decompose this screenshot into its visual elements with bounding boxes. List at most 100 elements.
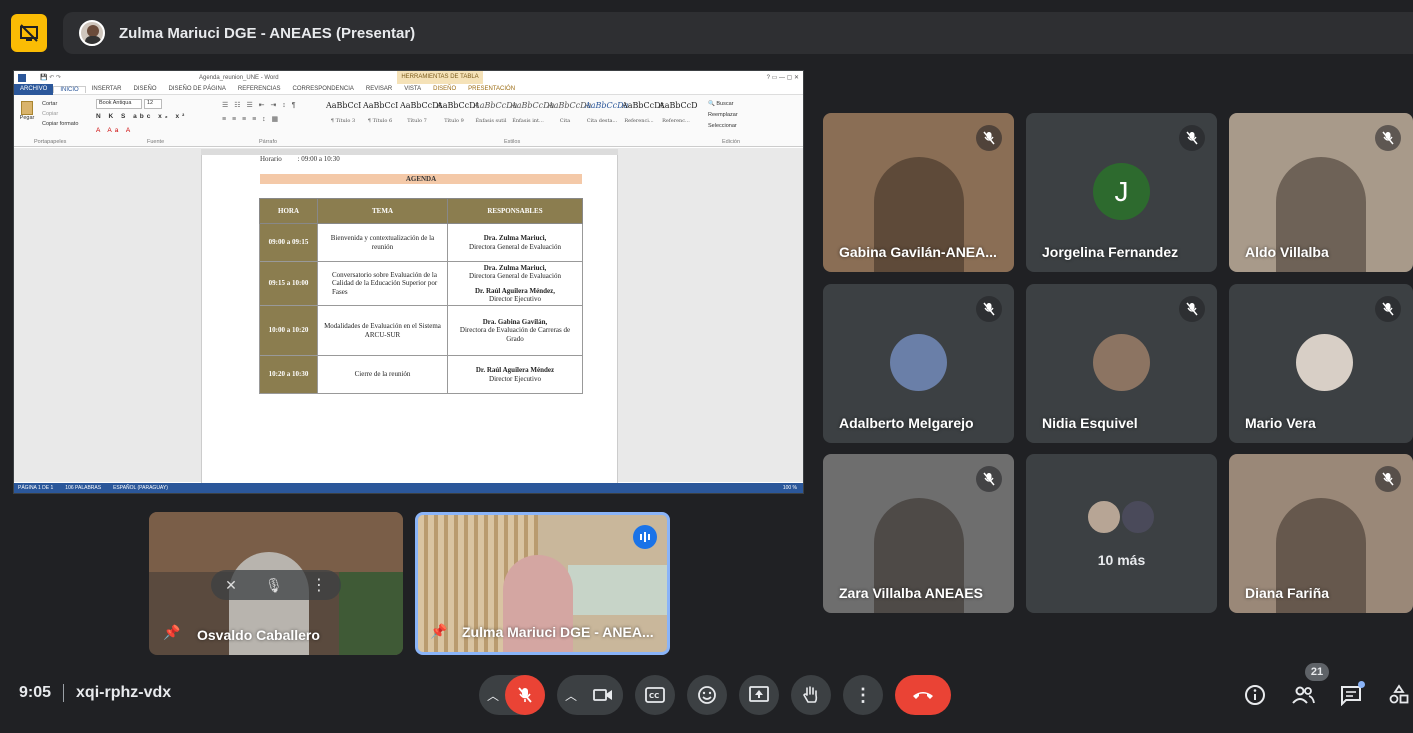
paste-button[interactable]: Pegar xyxy=(18,101,36,127)
camera-toggle-button[interactable] xyxy=(583,675,623,715)
agenda-title: AGENDA xyxy=(260,174,582,184)
copy-format-button[interactable]: Copiar formato xyxy=(42,119,78,129)
find-button[interactable]: 🔍 Buscar xyxy=(708,99,738,110)
responsable-line: Directora General de Evaluación xyxy=(469,242,561,251)
tab-revisar[interactable]: REVISAR xyxy=(360,86,398,92)
style-name: Título 9 xyxy=(444,118,464,124)
word-ribbon: Pegar Cortar Copiar Copiar formato Porta… xyxy=(14,95,803,147)
tab-table-diseno[interactable]: DISEÑO xyxy=(427,86,462,92)
select-button[interactable]: Seleccionar xyxy=(708,121,738,132)
presenter-bar: Zulma Mariuci DGE - ANEAES (Presentar) xyxy=(63,12,1413,54)
tab-insertar[interactable]: INSERTAR xyxy=(86,86,128,92)
mic-options-chevron-icon[interactable]: ︿ xyxy=(487,687,499,704)
participant-tile[interactable]: Aldo Villalba xyxy=(1229,113,1413,272)
tab-correspondencia[interactable]: CORRESPONDENCIA xyxy=(287,86,360,92)
style-item[interactable]: AaBbCcDa Énfasis int... xyxy=(511,101,555,129)
activities-button[interactable] xyxy=(1385,681,1413,709)
pin-icon[interactable]: 📌 xyxy=(430,623,447,640)
tab-referencias[interactable]: REFERENCIAS xyxy=(232,86,287,92)
word-ribbon-tabs: ARCHIVO INICIO INSERTAR DISEÑO DISEÑO DE… xyxy=(14,83,803,95)
reactions-button[interactable] xyxy=(687,675,727,715)
status-words: 106 PALABRAS xyxy=(65,485,102,491)
tab-presentacion[interactable]: PRESENTACIÓN xyxy=(462,86,521,92)
mic-control-group: ︿ xyxy=(479,675,545,715)
more-options-button[interactable]: ⋮ xyxy=(843,675,883,715)
participant-name: Nidia Esquivel xyxy=(1042,415,1138,431)
tab-archivo[interactable]: ARCHIVO xyxy=(14,83,54,95)
responsable-line: Dra. Zulma Mariuci, xyxy=(483,234,547,243)
participant-tile[interactable]: Diana Fariña xyxy=(1229,454,1413,613)
cut-button[interactable]: Cortar xyxy=(42,99,78,109)
participant-tile[interactable]: Zara Villalba ANEAES xyxy=(823,454,1014,613)
style-item[interactable]: AaBbCcI ¶ Título 6 xyxy=(363,101,398,129)
participant-tile[interactable]: Adalberto Melgarejo xyxy=(823,284,1014,443)
status-language: ESPAÑOL (PARAGUAY) xyxy=(113,485,168,491)
quick-access-icons: 💾 ↶ ↷ xyxy=(40,75,61,81)
paragraph-buttons[interactable]: ☰ ☷ ☰ ⇤ ⇥ ↕ ¶ xyxy=(222,101,298,109)
status-zoom[interactable]: 100 % xyxy=(783,485,797,491)
meeting-code[interactable]: xqi-rphz-vdx xyxy=(76,684,171,702)
pin-off-icon[interactable]: ✕ xyxy=(225,577,237,594)
style-sample: AaBbCcDa xyxy=(511,101,555,110)
participant-tile[interactable]: J Jorgelina Fernandez xyxy=(1026,113,1217,272)
meeting-info: 9:05 xqi-rphz-vdx xyxy=(19,684,171,702)
tile-hover-controls[interactable]: ✕ 🎙 ⋮ xyxy=(211,570,341,600)
participant-tile[interactable]: Mario Vera xyxy=(1229,284,1413,443)
pinned-tile-zulma[interactable]: 📌 Zulma Mariuci DGE - ANEA... xyxy=(415,512,670,655)
cell-responsables: Dr. Raúl Aguilera Méndez Director Ejecuti… xyxy=(447,355,583,394)
pinned-tile-osvaldo[interactable]: ✕ 🎙 ⋮ 📌 Osvaldo Caballero xyxy=(149,512,403,655)
header-tema: TEMA xyxy=(317,198,448,224)
style-item[interactable]: AaBbCcDa Cita xyxy=(548,101,591,129)
font-format-buttons[interactable]: N K S abc x₂ x² xyxy=(96,113,187,120)
style-name: Cita desta... xyxy=(586,118,618,124)
style-item[interactable]: AaBbCcDa Énfasis sutil xyxy=(474,101,517,129)
style-name: Cita xyxy=(559,118,571,124)
style-item[interactable]: AaBbCcDt Referenci... xyxy=(622,101,664,129)
shared-screen-word: 💾 ↶ ↷ Agenda_reunion_UNE - Word HERRAMIE… xyxy=(13,70,804,494)
raise-hand-button[interactable] xyxy=(791,675,831,715)
replace-button[interactable]: Reemplazar xyxy=(708,110,738,121)
captions-button[interactable]: CC xyxy=(635,675,675,715)
presenter-title: Zulma Mariuci DGE - ANEAES (Presentar) xyxy=(119,24,416,42)
more-vert-icon: ⋮ xyxy=(854,684,872,705)
mic-toggle-button[interactable] xyxy=(505,675,545,715)
chat-button[interactable] xyxy=(1337,681,1365,709)
people-icon xyxy=(1292,686,1315,704)
style-item[interactable]: AaBbCcI ¶ Título 3 xyxy=(326,101,361,129)
font-size-select[interactable]: 12 xyxy=(144,99,162,109)
cell-hora: 09:15 a 10:00 xyxy=(259,261,318,306)
more-avatar-1 xyxy=(1086,499,1122,535)
tab-inicio[interactable]: INICIO xyxy=(53,85,86,93)
chat-unread-dot xyxy=(1358,681,1365,688)
participant-tile[interactable]: Nidia Esquivel xyxy=(1026,284,1217,443)
camera-control-group: ︿ xyxy=(557,675,623,715)
participant-tile[interactable]: Gabina Gavilán-ANEA... xyxy=(823,113,1014,272)
group-font-title: Fuente xyxy=(147,139,165,145)
style-item[interactable]: AaBbCcD Referenc... xyxy=(659,101,698,129)
camera-options-chevron-icon[interactable]: ︿ xyxy=(565,687,577,704)
meeting-details-button[interactable] xyxy=(1241,681,1269,709)
font-color-buttons[interactable]: A Aa A xyxy=(96,127,133,134)
horario-value: : 09:00 a 10:30 xyxy=(297,155,340,163)
present-screen-button[interactable] xyxy=(739,675,779,715)
copy-button[interactable]: Copiar xyxy=(42,109,78,119)
leave-call-button[interactable] xyxy=(895,675,951,715)
font-name-select[interactable]: Book Antiqua xyxy=(96,99,142,109)
tab-diseno-pagina[interactable]: DISEÑO DE PÁGINA xyxy=(163,86,232,92)
style-item[interactable]: AaBbCcDt Título 7 xyxy=(400,101,442,129)
style-item[interactable]: AaBbCcDa Cita desta... xyxy=(585,101,628,129)
more-options-icon[interactable]: ⋮ xyxy=(311,575,327,595)
tab-vista[interactable]: VISTA xyxy=(398,86,427,92)
header-responsables: RESPONSABLES xyxy=(447,198,583,224)
pin-icon[interactable]: 📌 xyxy=(163,624,180,641)
style-item[interactable]: AaBbCcDt Título 9 xyxy=(437,101,479,129)
people-button[interactable] xyxy=(1289,681,1317,709)
more-participants-tile[interactable]: 10 más xyxy=(1026,454,1217,613)
presenting-indicator-icon[interactable] xyxy=(11,14,47,52)
mic-icon[interactable]: 🎙 xyxy=(265,577,283,594)
word-window-title: Agenda_reunion_UNE - Word xyxy=(199,74,279,81)
align-buttons[interactable]: ≡ ≡ ≡ ≡ ↕ ▦ xyxy=(222,115,280,123)
tab-diseno[interactable]: DISEÑO xyxy=(127,86,162,92)
style-name: Referenc... xyxy=(662,118,690,124)
window-controls[interactable]: ? ▭ — ▢ ✕ xyxy=(767,74,799,81)
